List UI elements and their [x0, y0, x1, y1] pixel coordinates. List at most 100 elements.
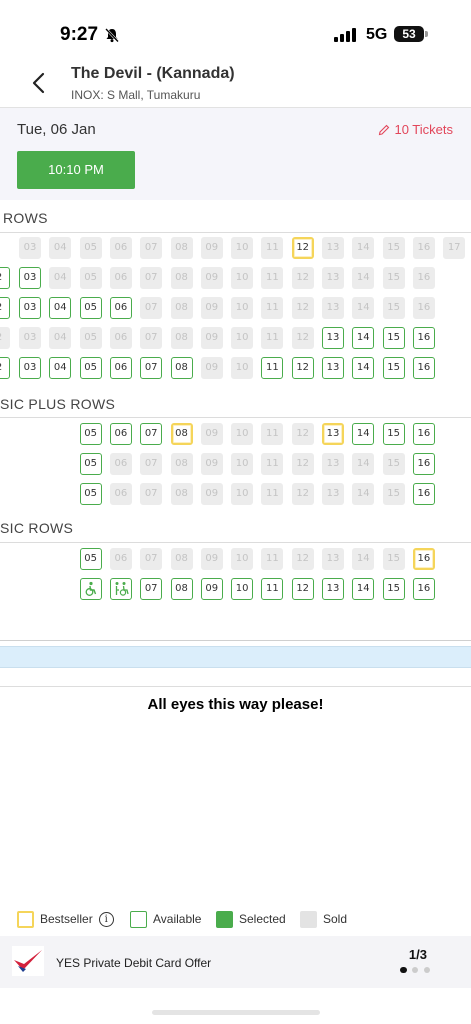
- seat-bestseller[interactable]: 13: [322, 423, 344, 445]
- seat-available[interactable]: 16: [412, 327, 435, 349]
- seat-sold: 16: [412, 267, 435, 289]
- seat-available[interactable]: 10: [231, 578, 254, 600]
- seat-sold: 08: [170, 548, 193, 570]
- seat-available[interactable]: 05: [79, 483, 102, 505]
- screen-divider: [0, 640, 471, 641]
- seat-available[interactable]: 15: [382, 327, 405, 349]
- seat-bestseller[interactable]: 16: [412, 548, 435, 570]
- seat-available[interactable]: 12: [291, 578, 314, 600]
- seat-sold: 10: [231, 357, 254, 379]
- seat-available[interactable]: 07: [140, 423, 163, 445]
- seat-available[interactable]: 08: [170, 578, 193, 600]
- seat-sold: 09: [200, 327, 223, 349]
- section-label: SIC ROWS: [0, 520, 74, 536]
- seat-sold: 07: [140, 237, 163, 259]
- seat-available[interactable]: 06: [109, 297, 132, 319]
- seat-sold: 16: [412, 237, 435, 259]
- back-arrow-icon[interactable]: [28, 70, 52, 96]
- seat-sold: 07: [140, 453, 163, 475]
- companion-seat-seat[interactable]: [109, 578, 132, 600]
- screen-divider-bottom: [0, 686, 471, 687]
- seat-sold: 11: [261, 237, 284, 259]
- seat-available[interactable]: 05: [79, 357, 102, 379]
- seat-sold: 10: [231, 453, 254, 475]
- seat-available[interactable]: 13: [322, 327, 344, 349]
- seat-available[interactable]: 2: [0, 297, 10, 319]
- info-icon[interactable]: i: [98, 912, 114, 928]
- seat-available[interactable]: 07: [140, 578, 163, 600]
- seat-available[interactable]: 05: [79, 423, 102, 445]
- seat-available[interactable]: 11: [261, 578, 284, 600]
- seat-available[interactable]: 2: [0, 267, 10, 289]
- seat-sold: 07: [140, 483, 163, 505]
- seat-available[interactable]: 16: [412, 423, 435, 445]
- show-date[interactable]: Tue, 06 Jan: [17, 121, 96, 138]
- legend-selected-label: Selected: [239, 912, 286, 926]
- seat-sold: 10: [231, 327, 254, 349]
- selected-swatch: [216, 911, 233, 929]
- offer-banner[interactable]: YES Private Debit Card Offer 1/3: [0, 936, 471, 988]
- seat-available[interactable]: 15: [382, 423, 405, 445]
- showtime-button[interactable]: 10:10 PM: [17, 151, 135, 189]
- wheelchair-seat[interactable]: [79, 578, 102, 600]
- seat-available[interactable]: 16: [412, 483, 435, 505]
- seat-sold: 15: [382, 483, 405, 505]
- seat-available[interactable]: 03: [19, 297, 41, 319]
- seat-available[interactable]: 13: [322, 578, 344, 600]
- seat-available[interactable]: 12: [291, 357, 314, 379]
- seat-available[interactable]: 05: [79, 548, 102, 570]
- seat-available[interactable]: 05: [79, 297, 102, 319]
- legend-available: Available: [130, 908, 201, 930]
- seat-sold: 09: [200, 267, 223, 289]
- seat-available[interactable]: 09: [200, 578, 223, 600]
- seat-legend: Bestseller i Available Selected Sold: [0, 908, 471, 930]
- seat-available[interactable]: 14: [352, 423, 375, 445]
- seat-sold: 04: [49, 327, 72, 349]
- sold-swatch: [300, 911, 317, 929]
- seat-sold: 09: [200, 423, 223, 445]
- seat-available[interactable]: 15: [382, 357, 405, 379]
- battery-tip: [425, 31, 428, 37]
- seat-available[interactable]: 05: [79, 453, 102, 475]
- seat-sold: 13: [322, 297, 344, 319]
- seat-available[interactable]: 08: [170, 357, 193, 379]
- seat-sold: 06: [109, 237, 132, 259]
- seat-bestseller[interactable]: 08: [170, 423, 193, 445]
- pager-dot: [424, 967, 430, 973]
- seat-sold: 14: [352, 548, 375, 570]
- seat-sold: 16: [412, 297, 435, 319]
- seat-sold: 06: [109, 483, 132, 505]
- seat-sold: 07: [140, 297, 163, 319]
- seat-available[interactable]: 14: [352, 357, 375, 379]
- seat-available[interactable]: 15: [382, 578, 405, 600]
- seat-sold: 10: [231, 423, 254, 445]
- seat-available[interactable]: 04: [49, 297, 72, 319]
- seat-sold: 12: [291, 453, 314, 475]
- seat-available[interactable]: 11: [261, 357, 284, 379]
- seat-available[interactable]: 16: [412, 578, 435, 600]
- seat-available[interactable]: 13: [322, 357, 344, 379]
- seat-available[interactable]: 04: [49, 357, 72, 379]
- header: The Devil - (Kannada) INOX: S Mall, Tuma…: [0, 58, 471, 108]
- seat-available[interactable]: 14: [352, 578, 375, 600]
- date-band: Tue, 06 Jan 10 Tickets 10:10 PM: [0, 108, 471, 200]
- seat-available[interactable]: 2: [0, 357, 10, 379]
- seat-available[interactable]: 06: [109, 357, 132, 379]
- seat-sold: 09: [200, 297, 223, 319]
- seat-available[interactable]: 16: [412, 453, 435, 475]
- seat-available[interactable]: 03: [19, 357, 41, 379]
- seat-bestseller[interactable]: 12: [291, 237, 314, 259]
- seat-sold: 08: [170, 483, 193, 505]
- seat-available[interactable]: 06: [109, 423, 132, 445]
- seat-available[interactable]: 03: [19, 267, 41, 289]
- seat-sold: 08: [170, 297, 193, 319]
- seat-available[interactable]: 14: [352, 327, 375, 349]
- seat-available[interactable]: 07: [140, 357, 163, 379]
- seat-sold: 10: [231, 548, 254, 570]
- seat-available[interactable]: 16: [412, 357, 435, 379]
- ticket-count-button[interactable]: 10 Tickets: [378, 122, 453, 137]
- seat-sold: 05: [79, 237, 102, 259]
- seat-sold: 11: [261, 267, 284, 289]
- seat-sold: 05: [79, 327, 102, 349]
- seat-sold: 08: [170, 267, 193, 289]
